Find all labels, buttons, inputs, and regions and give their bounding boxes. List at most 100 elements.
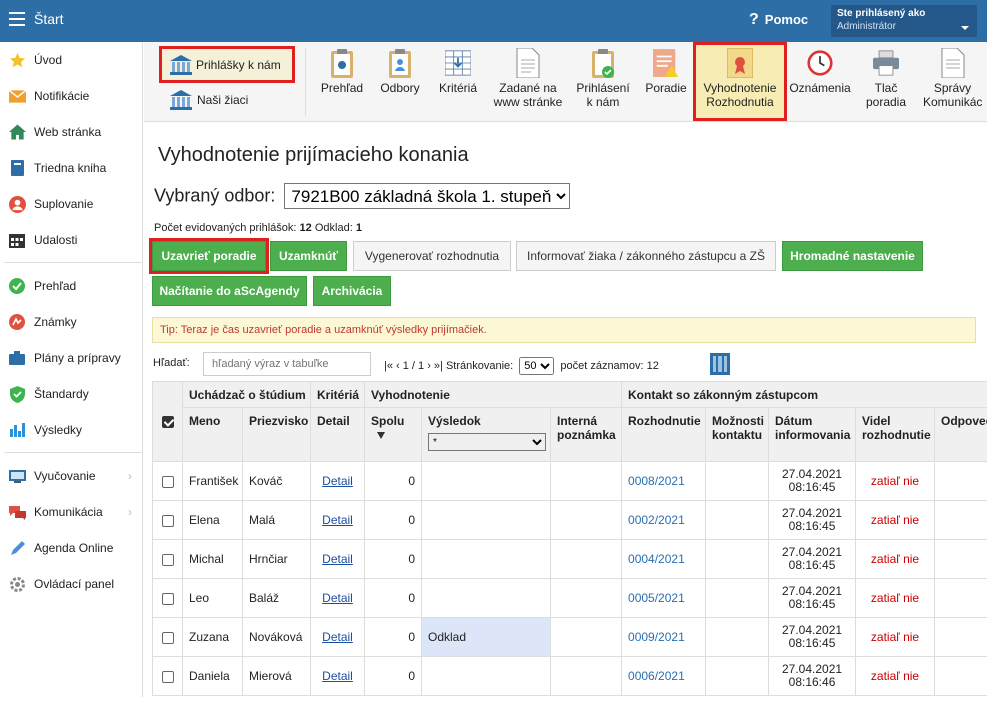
count-value: 12 [299,222,312,234]
sidebar-item-vyucovanie[interactable]: Vyučovanie › [4,462,143,490]
sidebar-item-triedna-kniha[interactable]: Triedna kniha [4,154,143,182]
cell-rozhodnutie[interactable]: 0008/2021 [621,461,707,501]
sidebar-item-prehlad[interactable]: Prehľad [4,272,143,300]
select-all-checkbox[interactable] [161,416,174,429]
sidebar-item-notifikacie[interactable]: Notifikácie [4,82,143,110]
row-checkbox[interactable] [161,592,174,605]
table-row: Michal Hrnčiar Detail 0 0004/2021 27.04.… [152,539,987,579]
sidebar-item-uvod[interactable]: Úvod [4,46,143,74]
cell-vysledok[interactable] [421,461,551,501]
cell-interna-poznamka[interactable] [549,500,623,540]
sidebar-item-web[interactable]: Web stránka [4,118,143,146]
cell-rozhodnutie[interactable]: 0004/2021 [621,539,707,579]
detail-link[interactable]: Detail [322,630,353,644]
row-checkbox[interactable] [161,670,174,683]
col-odpoved[interactable]: Odpoveď [934,407,987,462]
sidebar-item-plany[interactable]: Plány a prípravy [4,344,143,372]
sidebar-item-komunikacia[interactable]: Komunikácia › [4,498,143,526]
col-priezvisko[interactable]: Priezvisko [242,407,311,462]
row-checkbox[interactable] [161,514,174,527]
vysledok-filter[interactable]: * [428,433,546,451]
applications-count: Počet evidovaných prihlášok: 12 Odklad: … [154,222,362,234]
detail-link[interactable]: Detail [322,552,353,566]
sidebar-item-suplovanie[interactable]: Suplovanie [4,190,143,218]
detail-link[interactable]: Detail [322,669,353,683]
menu-icon[interactable] [9,12,25,26]
top-bar: Štart ? Pomoc Ste prihlásený ako Administ… [0,0,987,42]
uzamknut-button[interactable]: Uzamknúť [270,241,347,271]
uzavriet-poradie-button[interactable]: Uzavrieť poradie [149,238,269,274]
row-checkbox[interactable] [161,631,174,644]
user-menu[interactable]: Ste prihlásený ako Administrátor [831,5,977,37]
star-icon [8,51,26,69]
group-kriteria: Kritériá [310,381,365,408]
informovat-button[interactable]: Informovať žiaka / zákonného zástupcu a … [516,241,776,271]
col-rozhodnutie[interactable]: Rozhodnutie [621,407,707,462]
shield-icon [8,385,26,403]
poradie-button[interactable]: Poradie [638,48,694,95]
sidebar-item-znamky[interactable]: Známky [4,308,143,336]
cell-vysledok[interactable]: Odklad [421,617,551,657]
cell-interna-poznamka[interactable] [549,578,623,618]
cell-vysledok[interactable] [421,500,551,540]
sidebar-item-standardy[interactable]: Štandardy [4,380,143,408]
row-checkbox[interactable] [161,475,174,488]
cell-rozhodnutie[interactable]: 0002/2021 [621,500,707,540]
col-datum-informovania[interactable]: Dátum informovania [768,407,857,462]
app-title[interactable]: Štart [34,11,64,27]
sidebar-item-vysledky[interactable]: Výsledky [4,416,143,444]
row-checkbox[interactable] [161,553,174,566]
cell-interna-poznamka[interactable] [549,617,623,657]
cell-videl: zatiaľ nie [855,500,936,540]
user-role: Administrátor [837,21,896,32]
nacitanie-button[interactable]: Načítanie do aScAgendy [152,276,307,306]
prehlad-button[interactable]: Prehľad [314,48,370,95]
prihlasky-button[interactable]: Prihlášky k nám [159,46,295,83]
help-link[interactable]: ? Pomoc [749,11,808,29]
spravy-button[interactable]: Správy Komunikác [918,48,987,109]
document-icon [515,48,541,78]
vygenerovat-rozhodnutia-button[interactable]: Vygenerovať rozhodnutia [353,241,511,271]
detail-link[interactable]: Detail [322,591,353,605]
oznamenia-button[interactable]: Oznámenia [788,48,852,95]
cell-datum: 27.04.2021 08:16:45 [768,500,857,540]
search-input[interactable] [203,352,371,376]
cell-vysledok[interactable] [421,656,551,696]
hromadne-nastavenie-button[interactable]: Hromadné nastavenie [782,241,923,271]
cell-vysledok[interactable] [421,578,551,618]
cell-rozhodnutie[interactable]: 0005/2021 [621,578,707,618]
nasi-ziaci-button[interactable]: Naši žiaci [170,90,248,110]
prihlaseni-button[interactable]: Prihlásení k nám [570,48,636,109]
detail-link[interactable]: Detail [322,474,353,488]
page-size-select[interactable]: 50 [519,357,555,375]
cell-interna-poznamka[interactable] [549,461,623,501]
col-vysledok[interactable]: Výsledok * [421,407,551,462]
archivacia-button[interactable]: Archivácia [313,276,391,306]
sidebar-item-agenda[interactable]: Agenda Online [4,534,143,562]
cell-rozhodnutie[interactable]: 0006/2021 [621,656,707,696]
odbor-select[interactable]: 7921B00 základná škola 1. stupeň [284,183,571,209]
cell-vysledok[interactable] [421,539,551,579]
clipboard-check-icon [590,48,616,78]
odbory-button[interactable]: Odbory [372,48,428,95]
col-videl-rozhodnutie[interactable]: Videl rozhodnutie [855,407,936,462]
cell-priezvisko: Baláž [242,578,311,618]
columns-icon[interactable] [710,353,730,375]
chat-icon [8,503,26,521]
tlac-poradia-button[interactable]: Tlač poradia [856,48,916,109]
cell-interna-poznamka[interactable] [549,656,623,696]
pager-nav[interactable]: |« ‹ 1 / 1 › »| [384,360,443,372]
cell-spolu: 0 [364,578,422,618]
col-spolu[interactable]: Spolu [364,407,422,462]
sidebar-item-udalosti[interactable]: Udalosti [4,226,143,254]
cell-interna-poznamka[interactable] [549,539,623,579]
kriteria-button[interactable]: Kritériá [430,48,486,95]
substitute-icon [8,195,26,213]
cell-rozhodnutie[interactable]: 0009/2021 [621,617,707,657]
detail-link[interactable]: Detail [322,513,353,527]
zadane-button[interactable]: Zadané na www stránke [488,48,568,109]
sidebar-item-ovladaci-panel[interactable]: Ovládací panel [4,570,143,598]
vyhodnotenie-button[interactable]: Vyhodnotenie Rozhodnutia [693,42,787,121]
col-meno[interactable]: Meno [182,407,243,462]
cell-videl: zatiaľ nie [855,578,936,618]
